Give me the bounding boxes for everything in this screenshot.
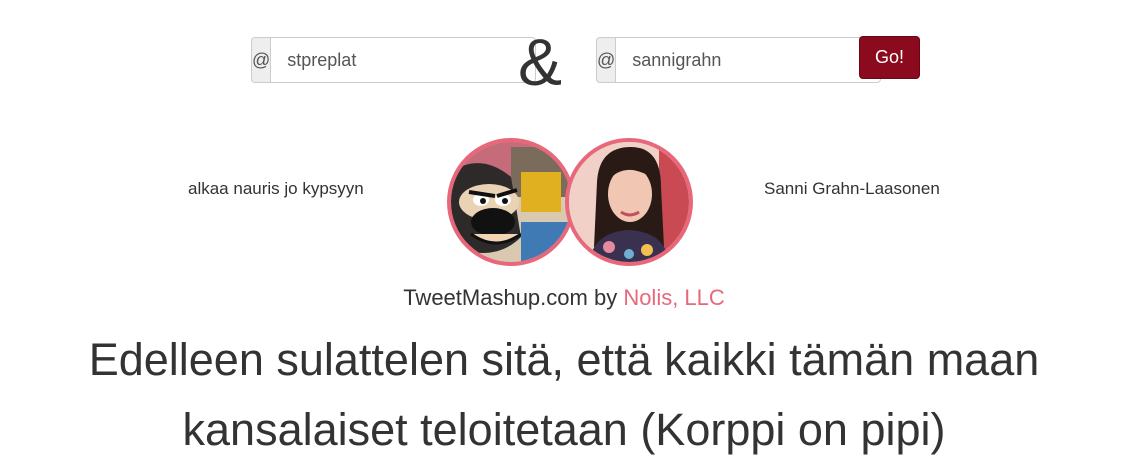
cartoon-dog-avatar-image bbox=[451, 142, 571, 262]
at-symbol-addon: @ bbox=[251, 37, 271, 83]
woman-portrait-avatar-image bbox=[569, 142, 689, 262]
ampersand-separator: & bbox=[517, 25, 563, 99]
tweetmashup-page: @ & @ Go! alkaa nauris jo kypsyyn bbox=[0, 0, 1128, 457]
user2-handle-input[interactable] bbox=[615, 37, 882, 83]
user2-input-group: @ bbox=[596, 37, 882, 83]
user1-avatar[interactable] bbox=[447, 138, 575, 266]
user1-handle-input[interactable] bbox=[270, 37, 537, 83]
mashup-tweet-text: Edelleen sulattelen sitä, että kaikki tä… bbox=[88, 334, 1040, 455]
go-button[interactable]: Go! bbox=[859, 36, 920, 79]
at-symbol-addon: @ bbox=[596, 37, 616, 83]
user2-avatar[interactable] bbox=[565, 138, 693, 266]
credit-prefix: TweetMashup.com by bbox=[403, 285, 618, 310]
site-credit: TweetMashup.com by Nolis, LLC bbox=[0, 285, 1128, 311]
user1-display-name: alkaa nauris jo kypsyyn bbox=[188, 179, 364, 198]
user1-input-group: @ bbox=[251, 37, 537, 83]
user2-display-name: Sanni Grahn-Laasonen bbox=[764, 179, 940, 198]
company-link[interactable]: Nolis, LLC bbox=[623, 285, 724, 310]
